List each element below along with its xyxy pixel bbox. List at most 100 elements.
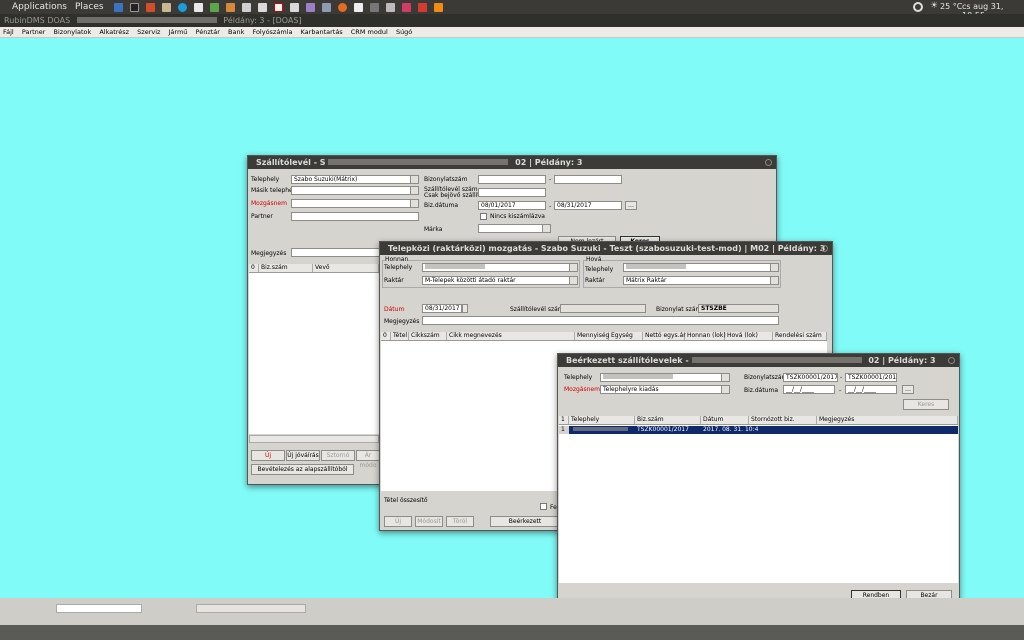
screenshot-icon[interactable] <box>145 2 155 12</box>
table-row[interactable]: 1 TSZK00001/2017 2017. 08. 31. 10:4 <box>559 426 958 434</box>
marka-select[interactable] <box>478 224 551 233</box>
fel-checkbox[interactable] <box>540 503 547 510</box>
vlc-icon[interactable] <box>433 2 443 12</box>
spreadsheet-icon[interactable] <box>209 2 219 12</box>
nincs-kiszamlazva-checkbox[interactable] <box>480 213 487 220</box>
col-egyseg[interactable]: Egység <box>609 332 643 340</box>
menu-partner[interactable]: Partner <box>22 28 46 36</box>
image-editor-icon[interactable] <box>369 2 379 12</box>
menu-jarmu[interactable]: Jármű <box>169 28 188 36</box>
places-menu[interactable]: Places <box>75 2 104 12</box>
close-icon[interactable] <box>821 245 828 252</box>
menu-fajl[interactable]: Fájl <box>3 28 14 36</box>
beerkezett-button[interactable]: Beérkezett <box>490 516 560 527</box>
uj-jovairas-button[interactable]: Új jóváírás <box>286 450 320 461</box>
col-biz-szam[interactable]: Biz.szám <box>635 416 701 424</box>
settings-icon[interactable] <box>913 2 923 12</box>
date-picker-button[interactable]: … <box>902 385 914 394</box>
table-body[interactable] <box>559 425 958 583</box>
honnan-telephely-select[interactable] <box>422 263 578 272</box>
sztorno-button[interactable]: Sztornó <box>321 450 355 461</box>
mozgasnem-select[interactable] <box>291 199 419 208</box>
szallitolevel-field[interactable] <box>560 304 646 313</box>
col-netto-egysar[interactable]: Nettó egys.ár <box>643 332 686 340</box>
bizonylatszam-from[interactable]: TSZK00001/2017 <box>783 373 838 382</box>
col-rendelesi-szam[interactable]: Rendelési szám <box>773 332 827 340</box>
torol-button[interactable]: Töröl <box>446 516 474 527</box>
col-telephely[interactable]: Telephely <box>569 416 635 424</box>
col-tetel[interactable]: Tétel <box>391 332 409 340</box>
col-honnan-lok[interactable]: Honnan (lok) <box>685 332 726 340</box>
hova-telephely-select[interactable] <box>623 263 779 272</box>
table-body[interactable] <box>249 273 379 434</box>
uj-button[interactable]: Új <box>251 450 285 461</box>
modosit-button[interactable]: Módosít <box>415 516 443 527</box>
applications-menu[interactable]: Applications <box>12 2 67 12</box>
megjegyzes-field[interactable] <box>291 248 381 257</box>
close-icon[interactable] <box>948 357 955 364</box>
megjegyzes-field[interactable] <box>422 316 779 325</box>
close-icon[interactable] <box>765 159 772 166</box>
date-to-field[interactable]: 08/31/2017 <box>554 201 622 210</box>
col-vevo[interactable]: Vevő <box>313 264 379 272</box>
editor-icon[interactable] <box>353 2 363 12</box>
printer-icon[interactable] <box>241 2 251 12</box>
weather-temp[interactable]: 25 °C <box>940 2 962 11</box>
pdf-icon[interactable] <box>273 2 283 12</box>
bevetelezes-button[interactable]: Bevételezés az alapszállítóból <box>251 464 354 475</box>
col-stornozott-biz[interactable]: Stornózott biz. <box>749 416 817 424</box>
window-title-bar[interactable]: Beérkezett szállítólevelek - 02 | Példán… <box>558 354 959 367</box>
ar-modositas-button[interactable]: Ár módo <box>356 450 380 469</box>
keres-button[interactable]: Keres <box>903 399 949 410</box>
date-from-field[interactable]: __/__/____ <box>783 385 835 394</box>
menu-penztar[interactable]: Pénztár <box>196 28 220 36</box>
partner-field[interactable] <box>291 212 419 221</box>
telephely-select[interactable]: Szabo Suzuki(Mátrix) <box>291 175 419 184</box>
bizonylatszam-to[interactable]: TSZK00001/2017 <box>845 373 897 382</box>
uj-button[interactable]: Új <box>384 516 412 527</box>
menu-alkatresz[interactable]: Alkatrész <box>99 28 129 36</box>
window-title-bar[interactable]: Szállítólevél - S 02 | Példány: 3 <box>248 156 776 169</box>
skype-icon[interactable] <box>177 2 187 12</box>
vivaldi-icon[interactable] <box>417 2 427 12</box>
scanner-icon[interactable] <box>257 2 267 12</box>
date-to-field[interactable]: __/__/____ <box>845 385 897 394</box>
taskbar-item[interactable] <box>196 604 306 613</box>
menu-szerviz[interactable]: Szerviz <box>137 28 160 36</box>
hova-raktar-select[interactable]: Mátrix Raktár <box>623 276 779 285</box>
honnan-raktar-select[interactable]: M-Telepek közötti átadó raktár <box>422 276 578 285</box>
datum-field[interactable]: 08/31/2017 <box>422 304 462 313</box>
chat-icon[interactable] <box>305 2 315 12</box>
menu-folyoszamla[interactable]: Folyószámla <box>252 28 292 36</box>
date-from-field[interactable]: 08/01/2017 <box>478 201 546 210</box>
menu-bizonylatok[interactable]: Bizonylatok <box>54 28 92 36</box>
taskbar-item[interactable] <box>56 604 142 613</box>
document-icon[interactable] <box>193 2 203 12</box>
folder-icon[interactable] <box>321 2 331 12</box>
mozgasnem-select[interactable]: Telephelyre kiadás <box>600 385 730 394</box>
col-biz-szam[interactable]: Biz.szám <box>259 264 313 272</box>
col-cikkszam[interactable]: Cikkszám <box>409 332 447 340</box>
col-mennyiseg[interactable]: Mennyiség <box>575 332 609 340</box>
thunderbird-icon[interactable] <box>113 2 123 12</box>
menu-karbantartas[interactable]: Karbantartás <box>301 28 343 36</box>
masik-telephely-select[interactable] <box>291 186 419 195</box>
presentation-icon[interactable] <box>225 2 235 12</box>
col-hova-lok[interactable]: Hová (lok) <box>725 332 773 340</box>
bizonylatszam-from[interactable] <box>478 175 546 184</box>
files-icon[interactable] <box>161 2 171 12</box>
menu-crm[interactable]: CRM modul <box>351 28 388 36</box>
menu-bank[interactable]: Bank <box>228 28 244 36</box>
telephely-select[interactable] <box>600 373 730 382</box>
terminal-icon[interactable] <box>129 2 139 12</box>
col-datum[interactable]: Dátum <box>701 416 749 424</box>
col-megjegyzes[interactable]: Megjegyzés <box>817 416 958 424</box>
datum-picker-button[interactable] <box>462 304 468 313</box>
firefox-icon[interactable] <box>337 2 347 12</box>
date-picker-button[interactable]: … <box>625 201 637 210</box>
window-title-bar[interactable]: Telepközi (raktárközi) mozgatás - Szabo … <box>380 242 832 255</box>
bizonylat-field[interactable]: STSZBE <box>698 304 779 313</box>
photos-icon[interactable] <box>401 2 411 12</box>
calculator-icon[interactable] <box>385 2 395 12</box>
horizontal-scrollbar[interactable] <box>249 435 379 443</box>
